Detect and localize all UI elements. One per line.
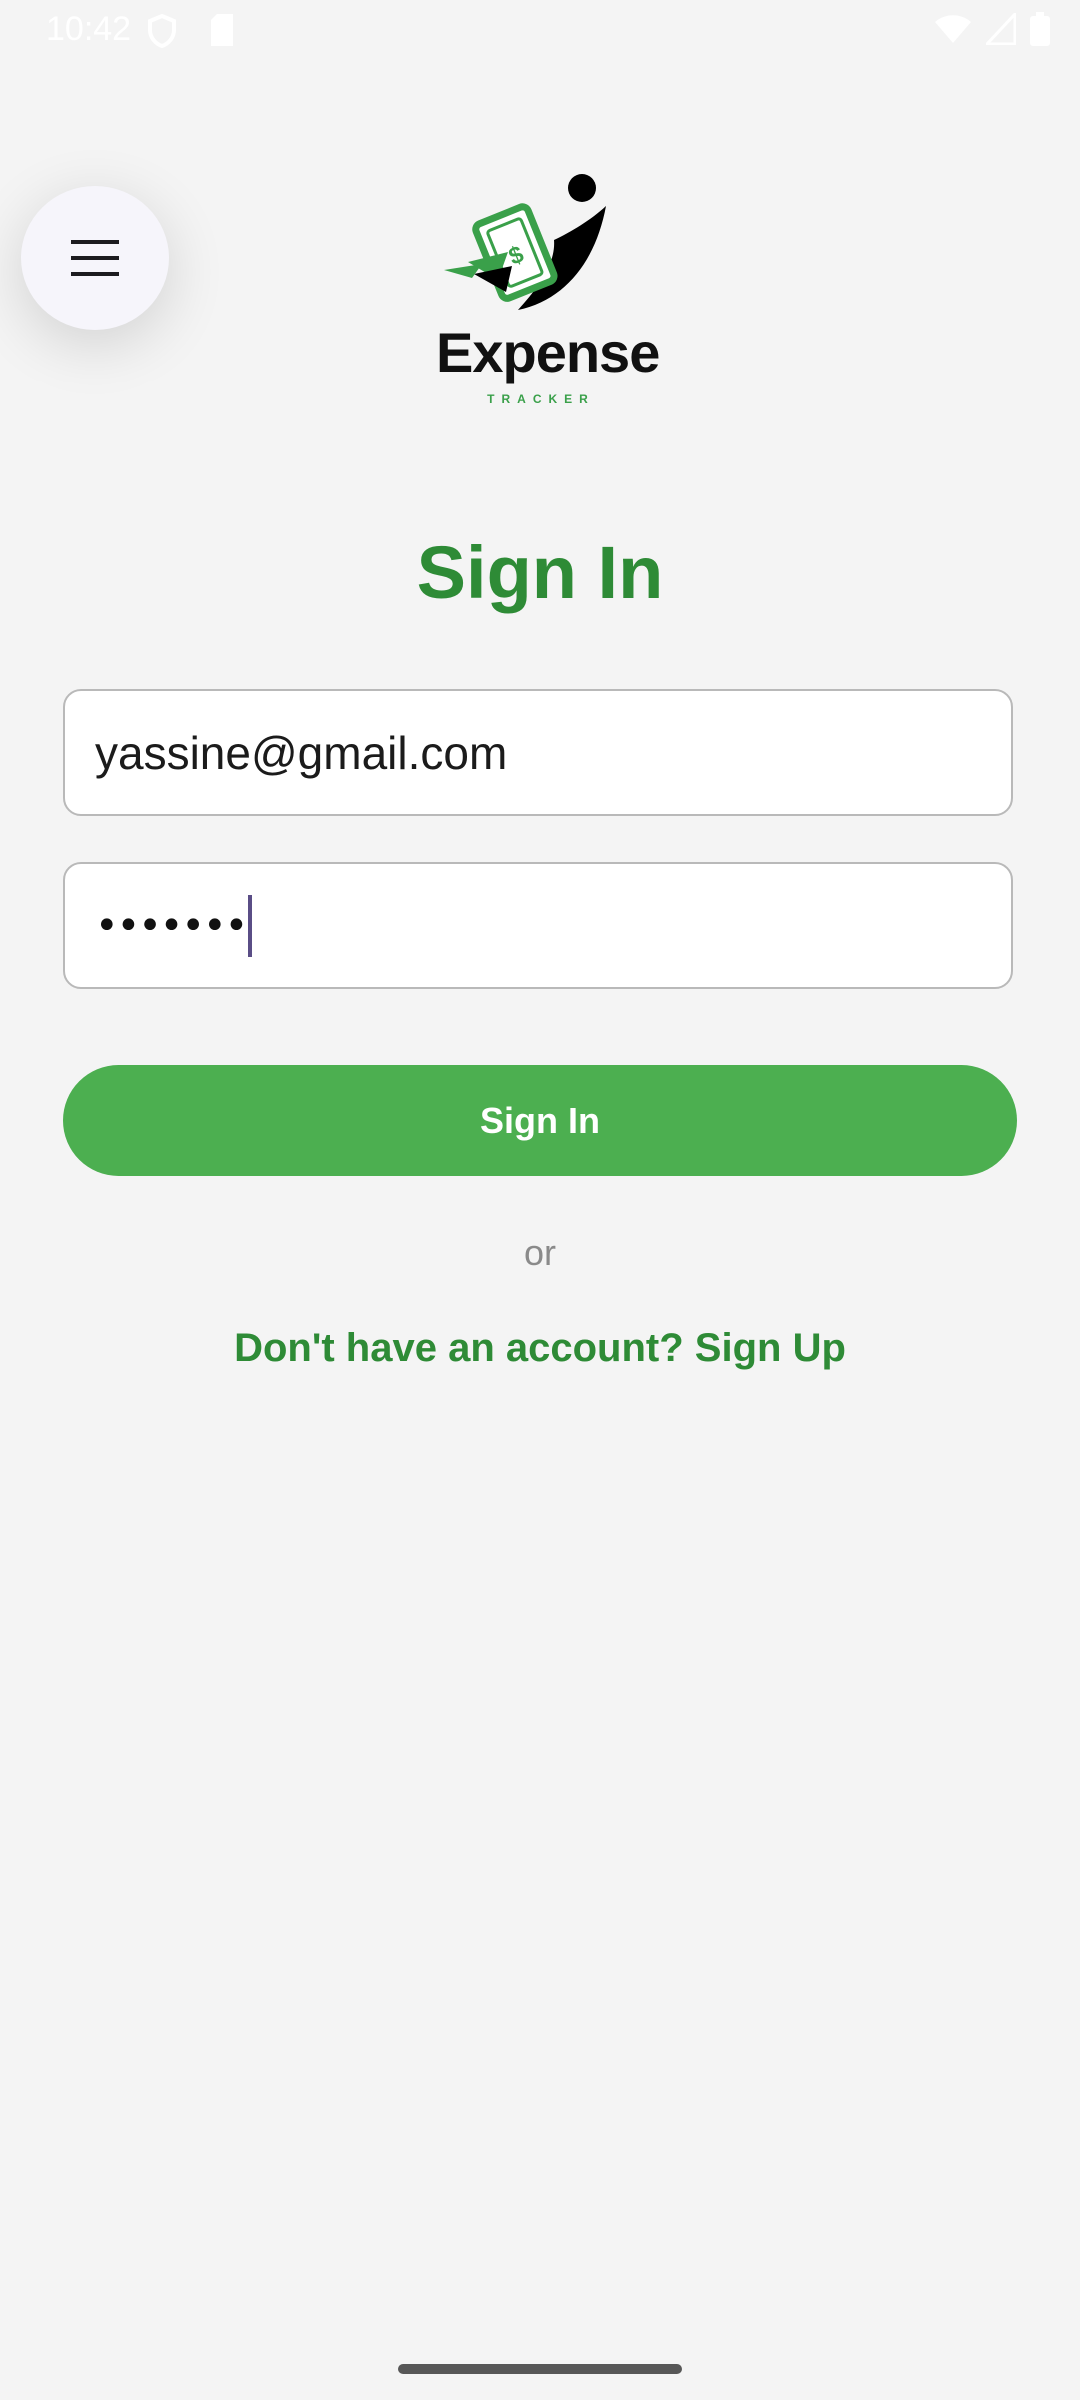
password-field[interactable]: •••••••	[63, 862, 1013, 989]
page-title: Sign In	[416, 531, 664, 614]
logo-wordmark: Expense	[436, 321, 660, 384]
text-cursor	[248, 894, 253, 957]
menu-button[interactable]	[21, 186, 169, 330]
shield-icon	[148, 14, 176, 48]
signal-icon	[986, 13, 1016, 45]
app-logo: $ Expense TRACKER	[436, 170, 660, 410]
home-indicator[interactable]	[398, 2364, 682, 2374]
status-icons	[934, 12, 1050, 46]
wifi-icon	[935, 15, 971, 43]
email-value: yassine@gmail.com	[95, 726, 508, 779]
or-separator: or	[523, 1232, 556, 1273]
sign-up-link[interactable]: Don't have an account? Sign Up	[0, 1326, 1080, 1371]
status-time: 10:42	[46, 10, 132, 48]
sd-card-icon	[211, 14, 233, 46]
logo-subtitle: TRACKER	[487, 392, 595, 406]
status-bar: 10:42	[0, 0, 1080, 62]
money-mascot-icon: $	[444, 174, 606, 310]
sign-in-button[interactable]: Sign In	[63, 1065, 1017, 1176]
battery-icon	[1030, 12, 1050, 46]
email-field[interactable]: yassine@gmail.com	[63, 689, 1013, 816]
password-value: •••••••	[95, 902, 248, 949]
hamburger-menu-icon	[71, 240, 119, 276]
